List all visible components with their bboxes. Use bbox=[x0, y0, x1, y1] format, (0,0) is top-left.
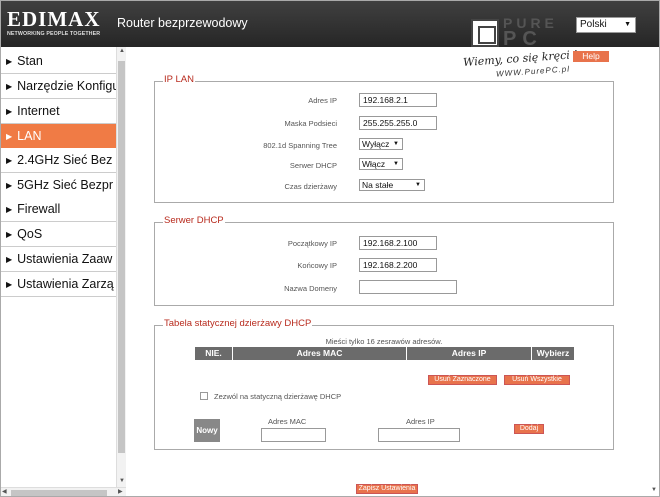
scroll-thumb[interactable] bbox=[11, 490, 107, 496]
column-header-ip: Adres IP bbox=[407, 347, 532, 360]
sidebar-item-label: Internet bbox=[17, 104, 60, 118]
delete-all-button[interactable]: Usuń Wszystkie bbox=[504, 375, 570, 385]
sidebar: ▶ Stan ▶ Narzędzie Konfigu ▶ Internet ▶ LAN … bbox=[1, 47, 126, 496]
scroll-down-icon[interactable]: ▼ bbox=[119, 478, 125, 484]
dropdown-arrow-icon: ▼ bbox=[393, 141, 399, 147]
sidebar-item-firewall[interactable]: ▶ Firewall bbox=[1, 197, 116, 222]
bullet-icon: ▶ bbox=[6, 107, 13, 116]
sidebar-item-label: 2.4GHz Sieć Bez bbox=[17, 153, 113, 167]
dhcp-server-legend: Serwer DHCP bbox=[163, 215, 225, 226]
domain-name-label: Nazwa Domeny bbox=[284, 284, 337, 293]
watermark-pc: PC bbox=[503, 28, 543, 50]
static-lease-legend: Tabela statycznej dzierżawy DHCP bbox=[163, 318, 313, 329]
sidebar-item-stan[interactable]: ▶ Stan bbox=[1, 49, 116, 74]
page-title: Router bezprzewodowy bbox=[117, 16, 248, 30]
sidebar-item-label: LAN bbox=[17, 129, 42, 143]
scroll-left-icon[interactable]: ◀ bbox=[2, 488, 7, 495]
sidebar-item-internet[interactable]: ▶ Internet bbox=[1, 99, 116, 124]
main-scroll-down-icon[interactable]: ▼ bbox=[651, 487, 657, 493]
router-window: EDIMAX NETWORKING PEOPLE TOGETHER Router… bbox=[0, 0, 660, 497]
sidebar-item-management[interactable]: ▶ Ustawienia Zarzą bbox=[1, 272, 116, 297]
lease-time-select[interactable]: Na stałe ▼ bbox=[359, 179, 425, 191]
bullet-icon: ▶ bbox=[6, 156, 13, 165]
end-ip-label: Końcowy IP bbox=[297, 261, 337, 270]
help-button[interactable]: Help bbox=[573, 51, 609, 62]
start-ip-input[interactable]: 192.168.2.100 bbox=[359, 236, 437, 250]
logo-tagline: NETWORKING PEOPLE TOGETHER bbox=[7, 31, 101, 37]
sidebar-item-label: 5GHz Sieć Bezpr bbox=[17, 178, 114, 192]
language-select[interactable]: Polski ▼ bbox=[576, 17, 636, 33]
ip-address-label: Adres IP bbox=[308, 96, 337, 105]
subnet-mask-input[interactable]: 255.255.255.0 bbox=[359, 116, 437, 130]
start-ip-label: Początkowy IP bbox=[287, 239, 337, 248]
dropdown-arrow-icon: ▼ bbox=[624, 21, 631, 28]
dropdown-arrow-icon: ▼ bbox=[393, 161, 399, 167]
sidebar-item-lan[interactable]: ▶ LAN bbox=[1, 124, 116, 149]
sidebar-item-label: Ustawienia Zaaw bbox=[17, 252, 113, 266]
new-mac-label: Adres MAC bbox=[268, 417, 307, 426]
lease-time-label: Czas dzierżawy bbox=[284, 182, 337, 191]
sidebar-item-wifi-5[interactable]: ▶ 5GHz Sieć Bezpr bbox=[1, 173, 116, 198]
spanning-tree-select[interactable]: Wyłącz ▼ bbox=[359, 138, 403, 150]
save-settings-button[interactable]: Zapisz Ustawienia bbox=[356, 484, 418, 494]
bullet-icon: ▶ bbox=[6, 205, 13, 214]
dhcp-server-label: Serwer DHCP bbox=[289, 161, 337, 170]
enable-static-lease-checkbox[interactable] bbox=[200, 392, 208, 400]
column-header-no: NIE. bbox=[195, 347, 233, 360]
purepc-box-icon bbox=[471, 19, 499, 47]
bullet-icon: ▶ bbox=[6, 280, 13, 289]
sidebar-item-qos[interactable]: ▶ QoS bbox=[1, 222, 116, 247]
column-header-mac: Adres MAC bbox=[233, 347, 407, 360]
enable-static-lease-label: Zezwól na statyczną dzierżawę DHCP bbox=[214, 392, 342, 401]
bullet-icon: ▶ bbox=[6, 230, 13, 239]
ip-lan-legend: IP LAN bbox=[163, 74, 195, 85]
purepc-watermark-logo: PURE PC bbox=[471, 15, 581, 50]
scroll-thumb[interactable] bbox=[118, 61, 125, 453]
sidebar-item-advanced[interactable]: ▶ Ustawienia Zaaw bbox=[1, 247, 116, 272]
scroll-right-icon[interactable]: ▶ bbox=[118, 488, 123, 495]
sidebar-item-label: Ustawienia Zarzą bbox=[17, 277, 114, 291]
sidebar-item-narzedzie[interactable]: ▶ Narzędzie Konfigu bbox=[1, 74, 116, 99]
sidebar-item-label: Narzędzie Konfigu bbox=[17, 79, 116, 93]
dhcp-server-select[interactable]: Włącz ▼ bbox=[359, 158, 403, 170]
static-lease-note: Mieści tylko 16 zesrawów adresów. bbox=[325, 337, 443, 346]
watermark-url: WWW.PurePC.pl bbox=[495, 64, 571, 79]
new-mac-input[interactable] bbox=[261, 428, 326, 442]
end-ip-input[interactable]: 192.168.2.200 bbox=[359, 258, 437, 272]
sidebar-horizontal-scrollbar[interactable]: ◀ ▶ bbox=[1, 487, 126, 496]
edimax-logo: EDIMAX NETWORKING PEOPLE TOGETHER bbox=[7, 7, 103, 41]
new-ip-label: Adres IP bbox=[406, 417, 435, 426]
language-value: Polski bbox=[580, 19, 607, 30]
sidebar-item-label: QoS bbox=[17, 227, 43, 241]
bullet-icon: ▶ bbox=[6, 181, 13, 190]
delete-selected-button[interactable]: Usuń Zaznaczone bbox=[428, 375, 497, 385]
sidebar-item-label: Firewall bbox=[17, 202, 61, 216]
column-header-select: Wybierz bbox=[532, 347, 574, 360]
bullet-icon: ▶ bbox=[6, 132, 13, 141]
dhcp-server-value: Włącz bbox=[362, 159, 386, 169]
subnet-mask-label: Maska Podsieci bbox=[284, 119, 337, 128]
sidebar-item-wifi-24[interactable]: ▶ 2.4GHz Sieć Bez bbox=[1, 148, 116, 173]
sidebar-item-label: Stan bbox=[17, 54, 43, 68]
sidebar-vertical-scrollbar[interactable]: ▲ ▼ bbox=[116, 47, 126, 487]
spanning-tree-label: 802.1d Spanning Tree bbox=[263, 141, 337, 150]
bullet-icon: ▶ bbox=[6, 57, 13, 66]
new-button[interactable]: Nowy bbox=[194, 419, 220, 442]
new-ip-input[interactable] bbox=[378, 428, 460, 442]
dropdown-arrow-icon: ▼ bbox=[415, 182, 421, 188]
top-header: EDIMAX NETWORKING PEOPLE TOGETHER Router… bbox=[1, 1, 659, 50]
add-button[interactable]: Dodaj bbox=[514, 424, 544, 434]
domain-name-input[interactable] bbox=[359, 280, 457, 294]
scroll-up-icon[interactable]: ▲ bbox=[119, 48, 125, 54]
bullet-icon: ▶ bbox=[6, 82, 13, 91]
logo-text: EDIMAX bbox=[7, 7, 101, 31]
spanning-tree-value: Wyłącz bbox=[362, 139, 390, 149]
ip-address-input[interactable]: 192.168.2.1 bbox=[359, 93, 437, 107]
lease-time-value: Na stałe bbox=[362, 180, 394, 190]
bullet-icon: ▶ bbox=[6, 255, 13, 264]
